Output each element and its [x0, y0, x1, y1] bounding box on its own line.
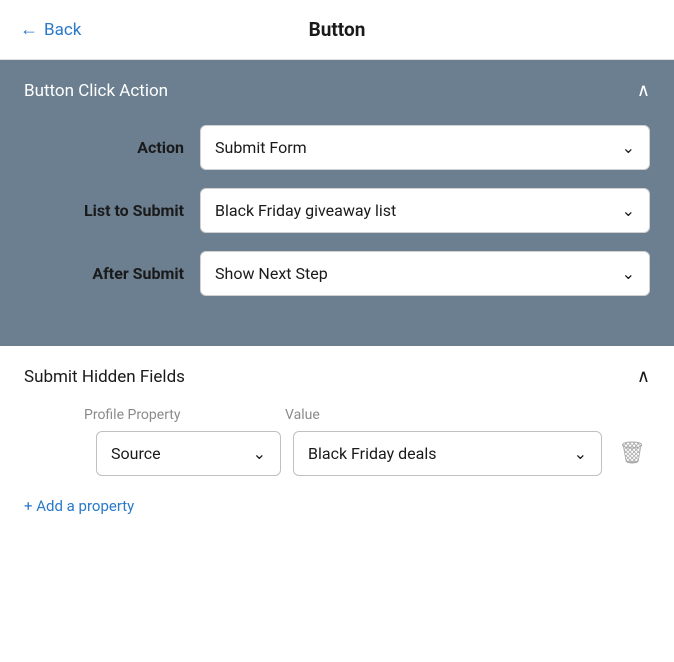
add-property-button[interactable]: + Add a property: [24, 493, 134, 519]
back-button[interactable]: ← Back: [20, 19, 81, 40]
back-arrow-icon: ←: [20, 19, 38, 40]
property-dropdown[interactable]: Source ⌄: [96, 431, 281, 476]
after-submit-field-row: After Submit Show Next Step ⌄: [24, 251, 650, 296]
submit-hidden-fields-section: Submit Hidden Fields ∧ Profile Property …: [0, 346, 674, 535]
action-dropdown[interactable]: Submit Form ⌄: [200, 125, 650, 170]
profile-property-column-label: Profile Property: [84, 407, 269, 423]
action-dropdown-value: Submit Form: [215, 138, 307, 157]
action-label: Action: [24, 138, 184, 157]
property-dropdown-icon: ⌄: [253, 444, 266, 463]
button-click-action-header: Button Click Action ∧: [24, 80, 650, 101]
list-to-submit-label: List to Submit: [24, 201, 184, 220]
list-to-submit-dropdown-icon: ⌄: [622, 201, 635, 220]
back-label: Back: [44, 20, 81, 40]
value-column-label: Value: [285, 407, 320, 423]
value-dropdown-value: Black Friday deals: [308, 444, 436, 463]
value-dropdown[interactable]: Black Friday deals ⌄: [293, 431, 602, 476]
list-to-submit-dropdown-value: Black Friday giveaway list: [215, 201, 396, 220]
after-submit-dropdown-icon: ⌄: [622, 264, 635, 283]
header: ← Back Button: [0, 0, 674, 60]
button-click-action-title: Button Click Action: [24, 81, 168, 101]
after-submit-dropdown-value: Show Next Step: [215, 264, 328, 283]
collapse-button-click-action-icon[interactable]: ∧: [637, 80, 650, 101]
button-click-action-section: Button Click Action ∧ Action Submit Form…: [0, 60, 674, 346]
delete-property-button[interactable]: 🗑: [614, 437, 650, 470]
action-field-row: Action Submit Form ⌄: [24, 125, 650, 170]
after-submit-label: After Submit: [24, 264, 184, 283]
action-dropdown-icon: ⌄: [622, 138, 635, 157]
value-dropdown-icon: ⌄: [574, 444, 587, 463]
property-dropdown-value: Source: [111, 444, 161, 463]
list-to-submit-dropdown[interactable]: Black Friday giveaway list ⌄: [200, 188, 650, 233]
after-submit-dropdown[interactable]: Show Next Step ⌄: [200, 251, 650, 296]
page-title: Button: [309, 18, 366, 41]
hidden-fields-input-row: Source ⌄ Black Friday deals ⌄ 🗑: [24, 431, 650, 476]
submit-hidden-fields-header: Submit Hidden Fields ∧: [24, 366, 650, 387]
list-to-submit-field-row: List to Submit Black Friday giveaway lis…: [24, 188, 650, 233]
submit-hidden-fields-title: Submit Hidden Fields: [24, 367, 185, 387]
hidden-fields-column-labels: Profile Property Value: [24, 407, 650, 423]
collapse-submit-hidden-fields-icon[interactable]: ∧: [637, 366, 650, 387]
